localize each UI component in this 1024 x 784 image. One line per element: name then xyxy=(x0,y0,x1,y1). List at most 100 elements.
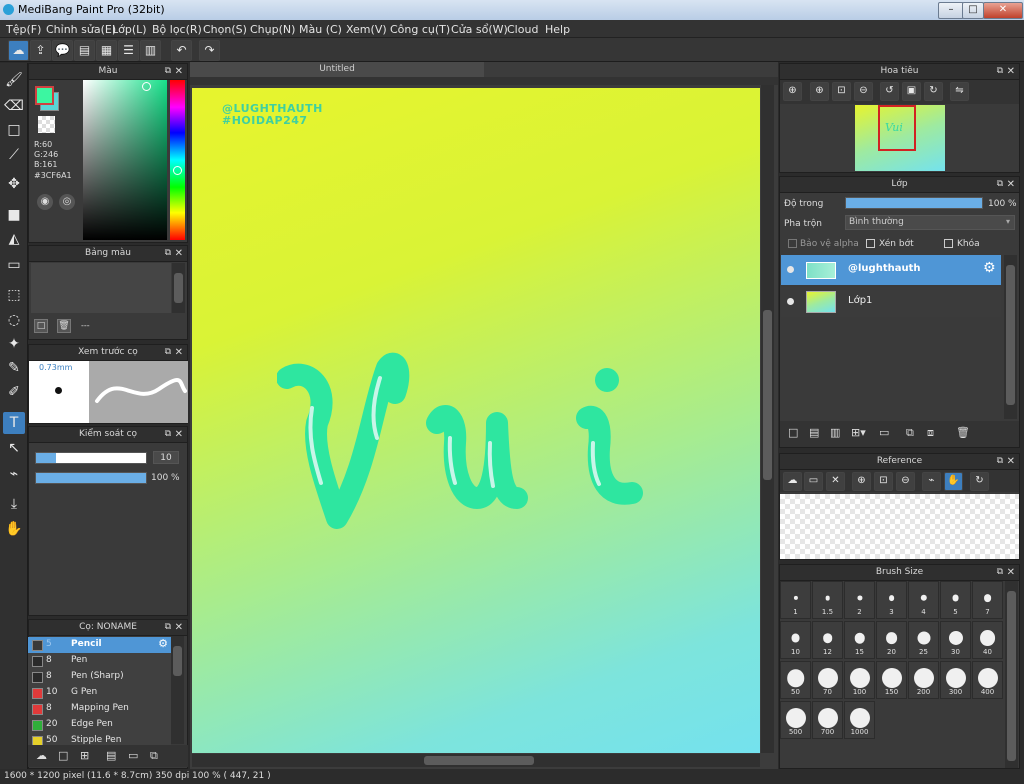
lasso-select-icon[interactable]: ◌ xyxy=(3,309,25,331)
gradient-tool-icon[interactable]: ▭ xyxy=(3,254,25,276)
close-icon[interactable]: ✕ xyxy=(1007,64,1015,79)
hue-cursor[interactable] xyxy=(173,166,182,175)
hand-icon[interactable]: ✋ xyxy=(944,472,963,491)
brush-size-cell[interactable]: 150 xyxy=(876,661,907,699)
palette-scrollbar[interactable] xyxy=(172,263,185,313)
popout-icon[interactable]: ⧉ xyxy=(997,64,1003,79)
brush-size-cell[interactable]: 30 xyxy=(940,621,971,659)
brush-size-slider[interactable] xyxy=(35,452,147,464)
sv-cursor[interactable] xyxy=(142,82,151,91)
zoom-in-icon[interactable]: ⊕ xyxy=(852,472,871,491)
new-brush-icon[interactable]: □ xyxy=(58,749,68,762)
brush-settings-icon[interactable]: ▤ xyxy=(106,749,116,762)
brush-size-cell[interactable]: 700 xyxy=(812,701,843,739)
menu-color[interactable]: Màu (C) xyxy=(299,23,342,36)
brush-list-item[interactable]: 20 Edge Pen xyxy=(28,717,171,734)
brush-size-cell[interactable]: 5 xyxy=(940,581,971,619)
document-tab[interactable]: Untitled xyxy=(190,62,484,77)
brush-size-cell[interactable]: 1 xyxy=(780,581,811,619)
popout-icon[interactable]: ⧉ xyxy=(165,64,171,79)
layer-row-lop1[interactable]: Lớp1 xyxy=(781,287,1001,317)
brush-size-cell[interactable]: 20 xyxy=(876,621,907,659)
fill-rect-tool-icon[interactable]: ■ xyxy=(3,204,25,226)
brush-size-cell[interactable]: 500 xyxy=(780,701,811,739)
brush-size-cell[interactable]: 1000 xyxy=(844,701,875,739)
brush-size-cell[interactable]: 2 xyxy=(844,581,875,619)
color-wheel-icon[interactable]: ◎ xyxy=(59,194,75,210)
chat-icon[interactable]: ▤ xyxy=(74,40,95,61)
close-icon[interactable]: ✕ xyxy=(175,620,183,635)
drawing-canvas[interactable]: @LUGHTHAUTH #HOIDAP247 xyxy=(192,88,760,753)
close-icon[interactable]: ✕ xyxy=(1007,177,1015,192)
close-icon[interactable]: ✕ xyxy=(175,64,183,79)
palette-swatch-area[interactable] xyxy=(31,263,171,313)
brush-size-cell[interactable]: 400 xyxy=(972,661,1003,699)
brush-list-item[interactable]: 5 Pencil ⚙ xyxy=(28,637,171,654)
fit-screen-icon[interactable]: ⊡ xyxy=(832,82,851,101)
brush-size-cell[interactable]: 100 xyxy=(844,661,875,699)
zoom-out-icon[interactable]: ⊖ xyxy=(854,82,873,101)
brush-size-scrollbar[interactable] xyxy=(1005,581,1018,768)
popout-icon[interactable]: ⧉ xyxy=(997,177,1003,192)
blend-mode-select[interactable]: Bình thường ▾ xyxy=(845,215,1015,230)
gear-icon[interactable]: ⚙ xyxy=(158,637,168,650)
new-layer-icon[interactable]: □ xyxy=(788,426,798,439)
canvas-horizontal-scrollbar[interactable] xyxy=(192,754,760,767)
brush-list-item[interactable]: 8 Pen xyxy=(28,653,171,670)
close-button[interactable]: ✕ xyxy=(983,2,1023,19)
menu-view[interactable]: Xem(V) xyxy=(346,23,387,36)
brush-size-cell[interactable]: 3 xyxy=(876,581,907,619)
fit-screen-icon[interactable]: ⊡ xyxy=(874,472,893,491)
popout-icon[interactable]: ⧉ xyxy=(165,427,171,442)
brush-list-scrollbar[interactable] xyxy=(171,636,184,744)
cloud-icon[interactable]: ☁ xyxy=(783,472,802,491)
eraser-tool-icon[interactable]: ⌫ xyxy=(3,95,25,117)
rect-select-icon[interactable]: ⬚ xyxy=(3,284,25,306)
add-layer-menu-icon[interactable]: ⊞▾ xyxy=(851,426,866,439)
new-palette-icon[interactable]: □ xyxy=(34,319,48,333)
close-icon[interactable]: ✕ xyxy=(1007,565,1015,580)
eyedropper-icon[interactable]: ⌁ xyxy=(922,472,941,491)
flip-icon[interactable]: ⇋ xyxy=(950,82,969,101)
hue-slider[interactable] xyxy=(170,80,185,240)
canvas-vertical-scrollbar[interactable] xyxy=(761,85,774,753)
menu-cloud[interactable]: Cloud xyxy=(507,23,538,36)
grid-icon[interactable]: ▥ xyxy=(140,40,161,61)
text-tool-icon[interactable]: T xyxy=(3,412,25,434)
close-reference-icon[interactable]: ✕ xyxy=(826,472,845,491)
eyedropper-tool-icon[interactable]: ⌁ xyxy=(3,463,25,485)
menu-snap[interactable]: Chụp(N) xyxy=(250,23,295,36)
brush-size-cell[interactable]: 40 xyxy=(972,621,1003,659)
eye-icon[interactable] xyxy=(787,298,794,305)
layer-row-lughthauth[interactable]: @lughthauth ⚙ xyxy=(781,255,1001,285)
popout-icon[interactable]: ⧉ xyxy=(165,246,171,261)
delete-palette-icon[interactable]: 🗑 xyxy=(57,319,71,333)
clipping-checkbox[interactable] xyxy=(866,239,875,248)
comment-icon[interactable]: 💬 xyxy=(52,40,73,61)
reset-view-icon[interactable]: ▣ xyxy=(902,82,921,101)
zoom-out-icon[interactable]: ⊖ xyxy=(896,472,915,491)
protect-alpha-checkbox[interactable] xyxy=(788,239,797,248)
select-eraser-icon[interactable]: ✐ xyxy=(3,381,25,403)
shape-tool-icon[interactable]: □ xyxy=(3,119,25,141)
brush-size-cell[interactable]: 4 xyxy=(908,581,939,619)
cloud-icon[interactable]: ☁ xyxy=(8,40,29,61)
brush-size-cell[interactable]: 7 xyxy=(972,581,1003,619)
add-brush-icon[interactable]: ⊞ xyxy=(80,749,89,762)
open-folder-icon[interactable]: ▭ xyxy=(804,472,823,491)
layer-folder-icon[interactable]: ▭ xyxy=(879,426,889,439)
menu-file[interactable]: Tệp(F) xyxy=(6,23,41,36)
duplicate-brush-icon[interactable]: ⧉ xyxy=(150,749,158,763)
close-icon[interactable]: ✕ xyxy=(175,345,183,360)
menu-edit[interactable]: Chỉnh sửa(E) xyxy=(46,23,116,36)
navigator-thumbnail[interactable]: Vui xyxy=(855,105,945,171)
brush-tool-icon[interactable]: 🖌 xyxy=(3,69,25,91)
brush-list-item[interactable]: 8 Pen (Sharp) xyxy=(28,669,171,686)
magic-wand-icon[interactable]: ✦ xyxy=(3,333,25,355)
brush-size-cell[interactable]: 15 xyxy=(844,621,875,659)
brush-size-cell[interactable]: 200 xyxy=(908,661,939,699)
bucket-tool-icon[interactable]: ◭ xyxy=(3,228,25,250)
brush-size-value[interactable]: 10 xyxy=(153,451,179,464)
layer-opacity-slider[interactable] xyxy=(845,197,983,209)
new-halftone-layer-icon[interactable]: ▤ xyxy=(809,426,819,439)
